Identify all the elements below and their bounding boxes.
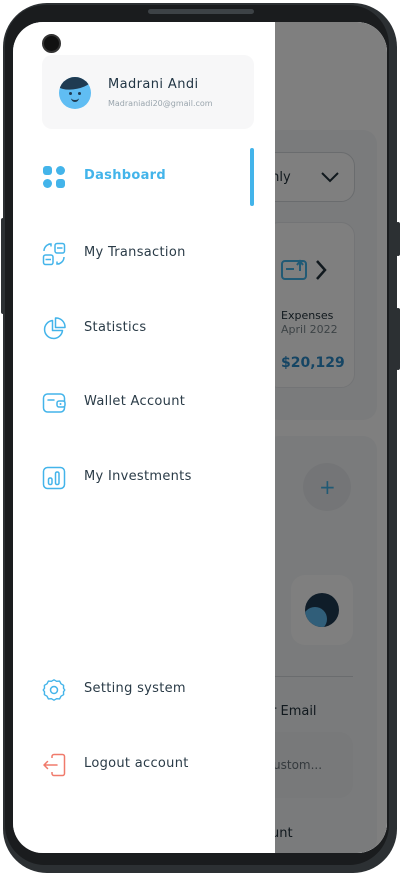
menu-label-my-investments: My Investments xyxy=(84,469,192,484)
wallet-icon xyxy=(42,393,66,413)
menu-item-statistics[interactable]: Statistics xyxy=(42,314,262,344)
logout-icon xyxy=(43,753,66,777)
menu-item-logout-account[interactable]: Logout account xyxy=(42,750,262,780)
menu-label-statistics: Statistics xyxy=(84,320,147,335)
speaker-grille xyxy=(148,9,254,14)
pie-chart-icon xyxy=(43,317,66,340)
front-camera xyxy=(42,34,61,53)
profile-email: Madraniadi20@gmail.com xyxy=(108,99,213,108)
dashboard-grid-icon xyxy=(43,166,65,188)
screen: thly Expenses April 2022 $20,129 + xyxy=(13,22,387,853)
menu-label-my-transaction: My Transaction xyxy=(84,245,186,260)
menu-label-wallet-account: Wallet Account xyxy=(84,394,186,409)
menu-item-dashboard[interactable]: Dashboard xyxy=(42,162,262,192)
volume-up-button xyxy=(396,222,400,256)
menu-item-my-transaction[interactable]: My Transaction xyxy=(42,239,262,269)
volume-down-button xyxy=(396,308,400,370)
menu-item-wallet-account[interactable]: Wallet Account xyxy=(42,388,262,418)
menu-item-my-investments[interactable]: My Investments xyxy=(42,463,262,493)
transaction-icon xyxy=(42,242,66,266)
profile-card[interactable]: Madrani Andi Madraniadi20@gmail.com xyxy=(42,55,254,129)
menu-label-setting-system: Setting system xyxy=(84,681,186,696)
profile-name: Madrani Andi xyxy=(108,77,199,92)
menu-label-dashboard: Dashboard xyxy=(84,168,166,183)
gear-icon xyxy=(42,679,66,701)
avatar xyxy=(59,77,91,109)
navigation-drawer: Madrani Andi Madraniadi20@gmail.com Dash… xyxy=(13,22,275,853)
active-indicator xyxy=(250,148,254,206)
investments-icon xyxy=(42,466,66,490)
menu-label-logout-account: Logout account xyxy=(84,756,189,771)
menu-item-setting-system[interactable]: Setting system xyxy=(42,675,262,705)
